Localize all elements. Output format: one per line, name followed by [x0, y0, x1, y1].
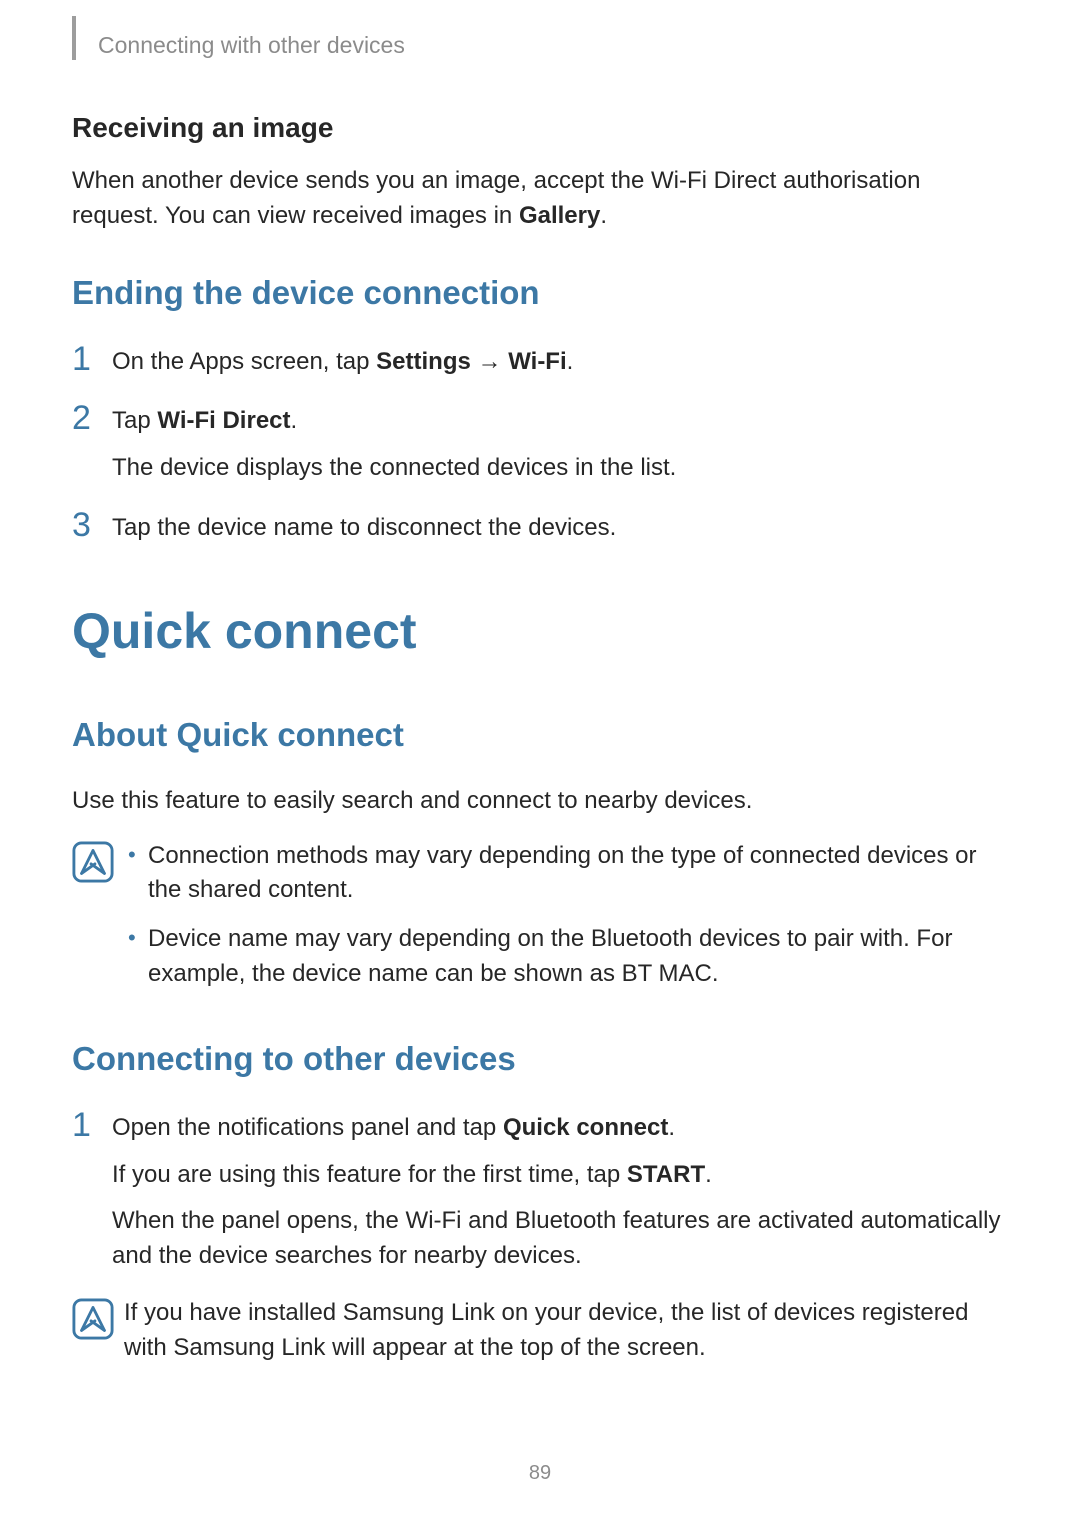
step-content: Open the notifications panel and tap Qui… — [112, 1108, 1008, 1274]
note-item: Device name may vary depending on the Bl… — [124, 922, 1008, 992]
steps-ending-connection: 1 On the Apps screen, tap Settings → Wi-… — [72, 342, 1008, 546]
step-number: 2 — [72, 401, 112, 486]
note-body: If you have installed Samsung Link on yo… — [124, 1296, 1008, 1366]
note-samsung-link: If you have installed Samsung Link on yo… — [72, 1296, 1008, 1366]
heading-about-quick-connect: About Quick connect — [72, 716, 1008, 754]
step-content: On the Apps screen, tap Settings → Wi-Fi… — [112, 342, 573, 380]
step-number: 3 — [72, 508, 112, 546]
step-1: 1 Open the notifications panel and tap Q… — [72, 1108, 1008, 1274]
para-about-quick-connect: Use this feature to easily search and co… — [72, 784, 1008, 819]
note-item: Connection methods may vary depending on… — [124, 839, 1008, 909]
page-number: 89 — [0, 1462, 1080, 1485]
breadcrumb-text: Connecting with other devices — [98, 32, 405, 59]
step-number: 1 — [72, 342, 112, 380]
step-content: Tap the device name to disconnect the de… — [112, 508, 616, 546]
para-receiving-image: When another device sends you an image, … — [72, 164, 1008, 234]
heading-receiving-image: Receiving an image — [72, 112, 1008, 144]
step-number: 1 — [72, 1108, 112, 1274]
note-about-quick-connect: Connection methods may vary depending on… — [72, 839, 1008, 1006]
steps-connecting: 1 Open the notifications panel and tap Q… — [72, 1108, 1008, 1274]
step-1: 1 On the Apps screen, tap Settings → Wi-… — [72, 342, 1008, 380]
note-body: Connection methods may vary depending on… — [124, 839, 1008, 1006]
heading-connecting-other-devices: Connecting to other devices — [72, 1040, 1008, 1078]
heading-quick-connect: Quick connect — [72, 602, 1008, 660]
step-3: 3 Tap the device name to disconnect the … — [72, 508, 1008, 546]
heading-ending-connection: Ending the device connection — [72, 274, 1008, 312]
step-content: Tap Wi-Fi Direct. The device displays th… — [112, 401, 676, 486]
breadcrumb-divider — [72, 16, 76, 60]
step-2: 2 Tap Wi-Fi Direct. The device displays … — [72, 401, 1008, 486]
breadcrumb: Connecting with other devices — [72, 30, 1008, 60]
note-icon — [72, 839, 124, 1006]
note-icon — [72, 1296, 124, 1366]
